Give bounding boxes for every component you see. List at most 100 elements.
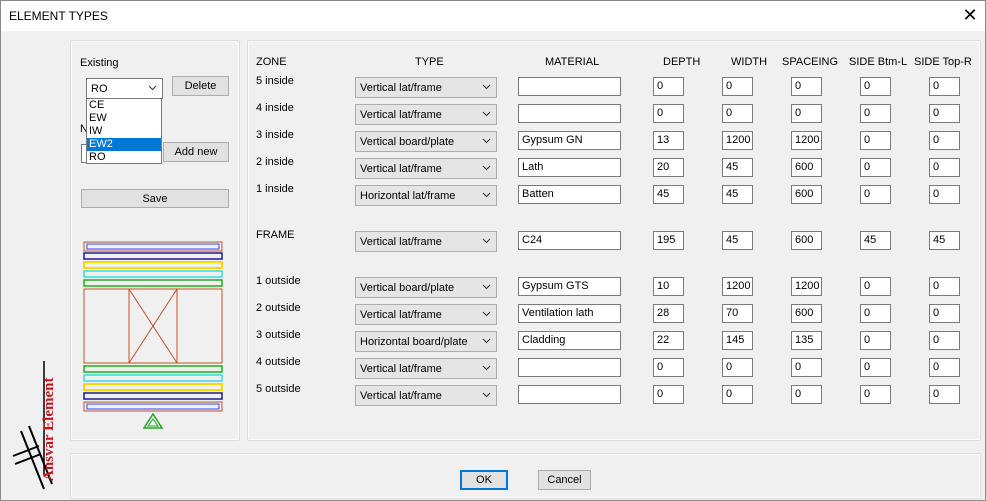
side-btm-input-5-inside[interactable]: 0 [860,77,891,96]
spacing-input-1-outside[interactable]: 1200 [791,277,822,296]
material-input-2-inside[interactable]: Lath [518,158,621,177]
spacing-input-3-outside[interactable]: 135 [791,331,822,350]
material-input-frame[interactable]: C24 [518,231,621,250]
material-input-3-inside[interactable]: Gypsum GN [518,131,621,150]
add-new-button[interactable]: Add new [163,142,229,162]
dropdown-option-iw[interactable]: IW [87,125,161,138]
existing-select[interactable]: RO [86,78,163,99]
type-select-5-outside[interactable]: Vertical lat/frame [355,385,497,406]
width-input-4-outside[interactable]: 0 [722,358,753,377]
width-input-5-outside[interactable]: 0 [722,385,753,404]
side-top-input-1-inside[interactable]: 0 [929,185,960,204]
material-input-4-inside[interactable] [518,104,621,123]
depth-input-5-inside[interactable]: 0 [653,77,684,96]
side-btm-input-2-inside[interactable]: 0 [860,158,891,177]
dropdown-option-ce[interactable]: CE [87,99,161,112]
depth-input-1-outside[interactable]: 10 [653,277,684,296]
depth-input-5-outside[interactable]: 0 [653,385,684,404]
depth-input-frame[interactable]: 195 [653,231,684,250]
side-btm-input-3-inside[interactable]: 0 [860,131,891,150]
type-select-2-inside[interactable]: Vertical lat/frame [355,158,497,179]
type-select-2-outside[interactable]: Vertical lat/frame [355,304,497,325]
cancel-button[interactable]: Cancel [538,470,591,490]
depth-input-2-outside[interactable]: 28 [653,304,684,323]
side-btm-input-1-outside[interactable]: 0 [860,277,891,296]
side-top-input-5-inside[interactable]: 0 [929,77,960,96]
side-btm-input-3-outside[interactable]: 0 [860,331,891,350]
material-input-1-outside[interactable]: Gypsum GTS [518,277,621,296]
chevron-down-icon [482,311,491,317]
side-top-input-4-inside[interactable]: 0 [929,104,960,123]
zone-label-5-outside: 5 outside [256,383,301,395]
width-input-3-inside[interactable]: 1200 [722,131,753,150]
width-input-2-inside[interactable]: 45 [722,158,753,177]
material-input-2-outside[interactable]: Ventilation lath [518,304,621,323]
zone-label-frame: FRAME [256,229,295,241]
depth-input-3-outside[interactable]: 22 [653,331,684,350]
depth-input-3-inside[interactable]: 13 [653,131,684,150]
side-btm-input-4-outside[interactable]: 0 [860,358,891,377]
spacing-input-2-inside[interactable]: 600 [791,158,822,177]
type-select-frame[interactable]: Vertical lat/frame [355,231,497,252]
side-top-input-2-inside[interactable]: 0 [929,158,960,177]
width-input-4-inside[interactable]: 0 [722,104,753,123]
material-input-3-outside[interactable]: Cladding [518,331,621,350]
type-select-3-outside[interactable]: Horizontal board/plate [355,331,497,352]
chevron-down-icon [482,84,491,90]
material-input-4-outside[interactable] [518,358,621,377]
footer-panel [70,453,981,499]
header-spaceing: SPACEING [782,56,839,68]
side-top-input-1-outside[interactable]: 0 [929,277,960,296]
side-top-input-2-outside[interactable]: 0 [929,304,960,323]
dropdown-option-ew2[interactable]: EW2 [87,138,161,151]
side-btm-input-2-outside[interactable]: 0 [860,304,891,323]
type-select-3-inside[interactable]: Vertical board/plate [355,131,497,152]
depth-input-2-inside[interactable]: 20 [653,158,684,177]
close-icon[interactable]: ✕ [955,1,985,31]
side-btm-input-5-outside[interactable]: 0 [860,385,891,404]
zone-label-4-inside: 4 inside [256,102,294,114]
type-select-5-inside[interactable]: Vertical lat/frame [355,77,497,98]
dropdown-option-ro[interactable]: RO [87,151,161,164]
side-btm-input-4-inside[interactable]: 0 [860,104,891,123]
delete-button[interactable]: Delete [172,76,229,96]
width-input-1-outside[interactable]: 1200 [722,277,753,296]
width-input-1-inside[interactable]: 45 [722,185,753,204]
spacing-input-5-inside[interactable]: 0 [791,77,822,96]
header-side-top: SIDE Top-R [914,56,972,68]
type-select-4-inside[interactable]: Vertical lat/frame [355,104,497,125]
spacing-input-4-outside[interactable]: 0 [791,358,822,377]
side-top-input-3-inside[interactable]: 0 [929,131,960,150]
spacing-input-1-inside[interactable]: 600 [791,185,822,204]
side-btm-input-1-inside[interactable]: 0 [860,185,891,204]
ok-button[interactable]: OK [460,470,508,490]
side-top-input-3-outside[interactable]: 0 [929,331,960,350]
depth-input-1-inside[interactable]: 45 [653,185,684,204]
width-input-2-outside[interactable]: 70 [722,304,753,323]
side-top-input-4-outside[interactable]: 0 [929,358,960,377]
side-top-input-frame[interactable]: 45 [929,231,960,250]
header-type: TYPE [415,56,444,68]
spacing-input-4-inside[interactable]: 0 [791,104,822,123]
width-input-3-outside[interactable]: 145 [722,331,753,350]
side-top-input-5-outside[interactable]: 0 [929,385,960,404]
save-button[interactable]: Save [81,189,229,208]
width-input-5-inside[interactable]: 0 [722,77,753,96]
side-btm-input-frame[interactable]: 45 [860,231,891,250]
width-input-frame[interactable]: 45 [722,231,753,250]
type-select-value: Vertical board/plate [360,136,455,148]
zone-label-3-outside: 3 outside [256,329,301,341]
material-input-5-outside[interactable] [518,385,621,404]
dropdown-option-ew[interactable]: EW [87,112,161,125]
type-select-4-outside[interactable]: Vertical lat/frame [355,358,497,379]
material-input-5-inside[interactable] [518,77,621,96]
spacing-input-3-inside[interactable]: 1200 [791,131,822,150]
depth-input-4-outside[interactable]: 0 [653,358,684,377]
spacing-input-5-outside[interactable]: 0 [791,385,822,404]
material-input-1-inside[interactable]: Batten [518,185,621,204]
spacing-input-2-outside[interactable]: 600 [791,304,822,323]
depth-input-4-inside[interactable]: 0 [653,104,684,123]
spacing-input-frame[interactable]: 600 [791,231,822,250]
type-select-1-outside[interactable]: Vertical board/plate [355,277,497,298]
type-select-1-inside[interactable]: Horizontal lat/frame [355,185,497,206]
